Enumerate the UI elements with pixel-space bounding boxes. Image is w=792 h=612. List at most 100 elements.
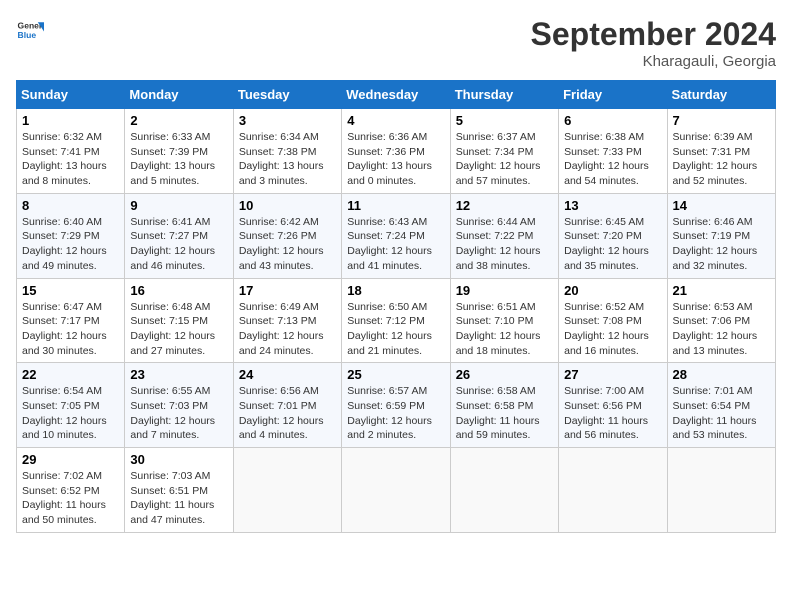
- day-info: Sunrise: 6:54 AMSunset: 7:05 PMDaylight:…: [22, 384, 119, 443]
- calendar-cell: 12 Sunrise: 6:44 AMSunset: 7:22 PMDayligh…: [450, 193, 558, 278]
- calendar-cell: 27 Sunrise: 7:00 AMSunset: 6:56 PMDayligh…: [559, 363, 667, 448]
- day-info: Sunrise: 6:51 AMSunset: 7:10 PMDaylight:…: [456, 300, 553, 359]
- location-subtitle: Kharagauli, Georgia: [531, 53, 776, 70]
- weekday-header-row: SundayMondayTuesdayWednesdayThursdayFrid…: [17, 81, 776, 109]
- calendar-cell: 1 Sunrise: 6:32 AMSunset: 7:41 PMDaylight…: [17, 109, 125, 194]
- calendar-cell: [667, 448, 775, 533]
- weekday-wednesday: Wednesday: [342, 81, 450, 109]
- calendar-cell: 13 Sunrise: 6:45 AMSunset: 7:20 PMDayligh…: [559, 193, 667, 278]
- week-row-4: 22 Sunrise: 6:54 AMSunset: 7:05 PMDayligh…: [17, 363, 776, 448]
- day-info: Sunrise: 7:00 AMSunset: 6:56 PMDaylight:…: [564, 384, 661, 443]
- calendar-cell: 22 Sunrise: 6:54 AMSunset: 7:05 PMDayligh…: [17, 363, 125, 448]
- day-number: 28: [673, 367, 770, 382]
- calendar-cell: 23 Sunrise: 6:55 AMSunset: 7:03 PMDayligh…: [125, 363, 233, 448]
- calendar-cell: 15 Sunrise: 6:47 AMSunset: 7:17 PMDayligh…: [17, 278, 125, 363]
- day-info: Sunrise: 6:37 AMSunset: 7:34 PMDaylight:…: [456, 130, 553, 189]
- calendar-cell: 28 Sunrise: 7:01 AMSunset: 6:54 PMDayligh…: [667, 363, 775, 448]
- week-row-2: 8 Sunrise: 6:40 AMSunset: 7:29 PMDaylight…: [17, 193, 776, 278]
- calendar-cell: 5 Sunrise: 6:37 AMSunset: 7:34 PMDaylight…: [450, 109, 558, 194]
- day-info: Sunrise: 6:57 AMSunset: 6:59 PMDaylight:…: [347, 384, 444, 443]
- calendar-cell: 16 Sunrise: 6:48 AMSunset: 7:15 PMDayligh…: [125, 278, 233, 363]
- day-info: Sunrise: 6:39 AMSunset: 7:31 PMDaylight:…: [673, 130, 770, 189]
- day-number: 2: [130, 113, 227, 128]
- calendar-cell: 19 Sunrise: 6:51 AMSunset: 7:10 PMDayligh…: [450, 278, 558, 363]
- title-block: September 2024 Kharagauli, Georgia: [531, 16, 776, 70]
- calendar-cell: 24Sunrise: 6:56 AMSunset: 7:01 PMDayligh…: [233, 363, 341, 448]
- week-row-1: 1 Sunrise: 6:32 AMSunset: 7:41 PMDaylight…: [17, 109, 776, 194]
- day-number: 17: [239, 283, 336, 298]
- calendar-cell: [450, 448, 558, 533]
- day-number: 12: [456, 198, 553, 213]
- day-info: Sunrise: 6:32 AMSunset: 7:41 PMDaylight:…: [22, 130, 119, 189]
- day-number: 15: [22, 283, 119, 298]
- calendar-cell: 10Sunrise: 6:42 AMSunset: 7:26 PMDayligh…: [233, 193, 341, 278]
- day-number: 21: [673, 283, 770, 298]
- day-info: Sunrise: 6:47 AMSunset: 7:17 PMDaylight:…: [22, 300, 119, 359]
- day-number: 27: [564, 367, 661, 382]
- day-number: 18: [347, 283, 444, 298]
- day-number: 19: [456, 283, 553, 298]
- day-number: 1: [22, 113, 119, 128]
- day-number: 23: [130, 367, 227, 382]
- day-number: 5: [456, 113, 553, 128]
- weekday-monday: Monday: [125, 81, 233, 109]
- day-number: 20: [564, 283, 661, 298]
- page-header: General Blue September 2024 Kharagauli, …: [16, 16, 776, 70]
- day-info: Sunrise: 6:58 AMSunset: 6:58 PMDaylight:…: [456, 384, 553, 443]
- calendar-cell: 6 Sunrise: 6:38 AMSunset: 7:33 PMDaylight…: [559, 109, 667, 194]
- svg-text:Blue: Blue: [18, 30, 37, 40]
- day-number: 10: [239, 198, 336, 213]
- day-info: Sunrise: 6:46 AMSunset: 7:19 PMDaylight:…: [673, 215, 770, 274]
- day-info: Sunrise: 6:33 AMSunset: 7:39 PMDaylight:…: [130, 130, 227, 189]
- day-number: 30: [130, 452, 227, 467]
- day-info: Sunrise: 7:01 AMSunset: 6:54 PMDaylight:…: [673, 384, 770, 443]
- calendar-cell: 25Sunrise: 6:57 AMSunset: 6:59 PMDayligh…: [342, 363, 450, 448]
- logo-icon: General Blue: [16, 16, 44, 44]
- calendar-cell: 9Sunrise: 6:41 AMSunset: 7:27 PMDaylight…: [125, 193, 233, 278]
- calendar-cell: 8 Sunrise: 6:40 AMSunset: 7:29 PMDaylight…: [17, 193, 125, 278]
- day-info: Sunrise: 6:55 AMSunset: 7:03 PMDaylight:…: [130, 384, 227, 443]
- calendar-cell: 20 Sunrise: 6:52 AMSunset: 7:08 PMDayligh…: [559, 278, 667, 363]
- calendar-table: SundayMondayTuesdayWednesdayThursdayFrid…: [16, 80, 776, 533]
- calendar-cell: 29 Sunrise: 7:02 AMSunset: 6:52 PMDayligh…: [17, 448, 125, 533]
- day-info: Sunrise: 7:02 AMSunset: 6:52 PMDaylight:…: [22, 469, 119, 528]
- day-number: 26: [456, 367, 553, 382]
- day-info: Sunrise: 6:48 AMSunset: 7:15 PMDaylight:…: [130, 300, 227, 359]
- day-info: Sunrise: 6:41 AMSunset: 7:27 PMDaylight:…: [130, 215, 227, 274]
- day-info: Sunrise: 6:50 AMSunset: 7:12 PMDaylight:…: [347, 300, 444, 359]
- day-number: 3: [239, 113, 336, 128]
- calendar-cell: [559, 448, 667, 533]
- day-info: Sunrise: 6:40 AMSunset: 7:29 PMDaylight:…: [22, 215, 119, 274]
- day-info: Sunrise: 6:34 AMSunset: 7:38 PMDaylight:…: [239, 130, 336, 189]
- calendar-cell: [342, 448, 450, 533]
- day-info: Sunrise: 6:44 AMSunset: 7:22 PMDaylight:…: [456, 215, 553, 274]
- day-info: Sunrise: 6:36 AMSunset: 7:36 PMDaylight:…: [347, 130, 444, 189]
- month-title: September 2024: [531, 16, 776, 53]
- day-number: 7: [673, 113, 770, 128]
- calendar-cell: 7 Sunrise: 6:39 AMSunset: 7:31 PMDaylight…: [667, 109, 775, 194]
- day-info: Sunrise: 6:49 AMSunset: 7:13 PMDaylight:…: [239, 300, 336, 359]
- day-number: 6: [564, 113, 661, 128]
- day-number: 29: [22, 452, 119, 467]
- calendar-cell: 30 Sunrise: 7:03 AMSunset: 6:51 PMDayligh…: [125, 448, 233, 533]
- calendar-cell: 3 Sunrise: 6:34 AMSunset: 7:38 PMDaylight…: [233, 109, 341, 194]
- weekday-friday: Friday: [559, 81, 667, 109]
- day-info: Sunrise: 6:43 AMSunset: 7:24 PMDaylight:…: [347, 215, 444, 274]
- calendar-cell: 4Sunrise: 6:36 AMSunset: 7:36 PMDaylight…: [342, 109, 450, 194]
- week-row-5: 29 Sunrise: 7:02 AMSunset: 6:52 PMDayligh…: [17, 448, 776, 533]
- day-number: 11: [347, 198, 444, 213]
- weekday-saturday: Saturday: [667, 81, 775, 109]
- calendar-cell: 2 Sunrise: 6:33 AMSunset: 7:39 PMDaylight…: [125, 109, 233, 194]
- calendar-cell: 14Sunrise: 6:46 AMSunset: 7:19 PMDayligh…: [667, 193, 775, 278]
- day-number: 22: [22, 367, 119, 382]
- day-info: Sunrise: 6:52 AMSunset: 7:08 PMDaylight:…: [564, 300, 661, 359]
- day-number: 16: [130, 283, 227, 298]
- calendar-cell: 18 Sunrise: 6:50 AMSunset: 7:12 PMDayligh…: [342, 278, 450, 363]
- day-info: Sunrise: 6:38 AMSunset: 7:33 PMDaylight:…: [564, 130, 661, 189]
- calendar-cell: [233, 448, 341, 533]
- day-info: Sunrise: 6:45 AMSunset: 7:20 PMDaylight:…: [564, 215, 661, 274]
- day-number: 13: [564, 198, 661, 213]
- day-number: 8: [22, 198, 119, 213]
- day-number: 24: [239, 367, 336, 382]
- day-info: Sunrise: 7:03 AMSunset: 6:51 PMDaylight:…: [130, 469, 227, 528]
